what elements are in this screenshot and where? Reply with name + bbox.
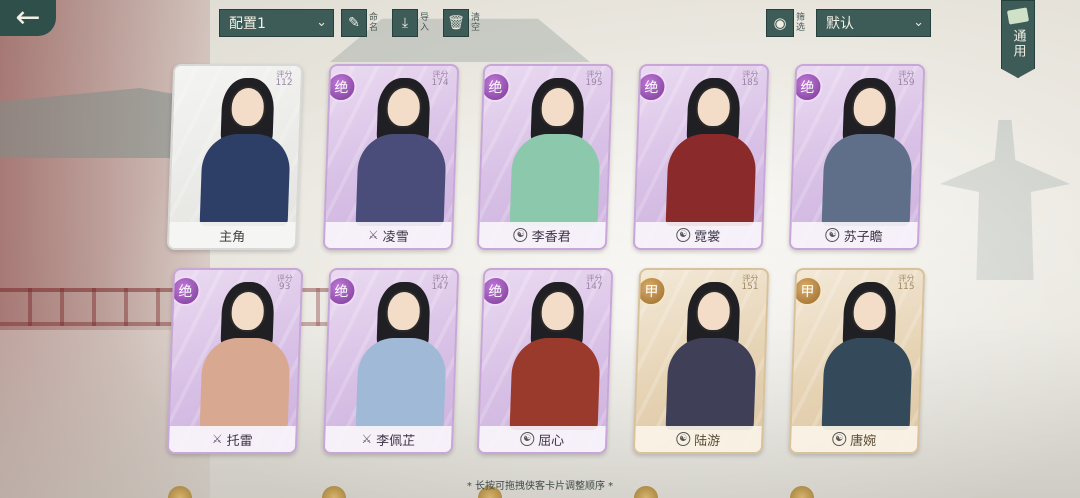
hero-rating: 评分 93 (276, 274, 293, 292)
hero-namebar: ☯ 李香君 (478, 222, 606, 248)
hero-namebar: ⚔ 李佩芷 (324, 426, 452, 452)
hero-portrait (656, 76, 761, 226)
school-icon: ☯ (825, 228, 841, 242)
school-icon: ☯ (832, 432, 847, 446)
hero-name: 屈心 (537, 433, 565, 449)
filter-label: 筛选 (796, 13, 806, 33)
rating-value: 93 (278, 282, 291, 292)
brush-icon: ✎ (341, 9, 367, 37)
hero-card[interactable]: 评分 174 绝 ⚔ 凌雪 (322, 64, 460, 250)
filter-button[interactable]: ◉ 筛选 (766, 9, 810, 37)
general-tab-label: 通用 (1010, 29, 1026, 59)
hero-rating: 评分 115 (897, 274, 915, 292)
hero-rating: 评分 159 (897, 70, 915, 88)
rename-button[interactable]: ✎ 命名 (341, 9, 383, 37)
hero-card[interactable]: 评分 112 主角 (166, 64, 304, 250)
hero-portrait (190, 76, 295, 226)
school-icon: ☯ (520, 432, 535, 446)
hero-name: 苏子瞻 (843, 229, 883, 245)
hero-portrait (190, 280, 295, 430)
sort-select[interactable]: 默认 ⌄ (816, 9, 931, 37)
hero-card[interactable]: 评分 159 绝 ☯ 苏子瞻 (788, 64, 926, 250)
hero-name: 李香君 (531, 229, 571, 245)
school-icon: ☯ (513, 228, 529, 242)
hero-rating: 评分 151 (741, 274, 759, 292)
back-button[interactable]: ← (0, 0, 56, 36)
rating-value: 112 (275, 78, 293, 88)
hero-portrait (500, 280, 605, 430)
delete-label: 清空 (471, 13, 481, 33)
school-icon: ☯ (676, 228, 691, 242)
hero-name: 陆游 (693, 433, 721, 449)
hero-namebar: ⚔ 凌雪 (324, 222, 452, 248)
hero-name: 霓裳 (693, 229, 721, 245)
general-tab[interactable]: 通用 (1001, 0, 1035, 78)
eye-icon: ◉ (766, 9, 794, 37)
chevron-down-icon: ⌄ (913, 15, 924, 30)
hero-namebar: ☯ 苏子瞻 (790, 222, 918, 248)
hero-card[interactable]: 评分 147 绝 ☯ 屈心 (476, 268, 614, 454)
hero-rating: 评分 174 (431, 70, 449, 88)
hero-card[interactable]: 评分 147 绝 ⚔ 李佩芷 (322, 268, 460, 454)
rating-value: 151 (741, 282, 759, 292)
school-icon: ☯ (676, 432, 691, 446)
hero-card[interactable]: 评分 195 绝 ☯ 李香君 (476, 64, 614, 250)
trash-icon: 🗑 (443, 9, 469, 37)
hero-card[interactable]: 评分 93 绝 ⚔ 托雷 (166, 268, 304, 454)
rating-value: 195 (585, 78, 603, 88)
sword-icon: ⚔ (211, 432, 223, 446)
hero-name: 李佩芷 (375, 433, 416, 449)
rating-value: 147 (431, 282, 449, 292)
import-button[interactable]: ⤓ 导入 (392, 9, 434, 37)
hero-rating: 评分 195 (585, 70, 603, 88)
hero-card[interactable]: 评分 115 甲 ☯ 唐婉 (788, 268, 926, 454)
sword-icon: ⚔ (367, 228, 379, 242)
drag-hint: * 长按可拖拽侠客卡片调整顺序 * (466, 481, 614, 492)
hero-namebar: ☯ 陆游 (634, 426, 762, 452)
hero-name: 托雷 (226, 433, 253, 449)
sort-select-value: 默认 (826, 16, 854, 32)
hero-portrait (656, 280, 761, 430)
hero-rating: 评分 147 (585, 274, 603, 292)
sword-icon: ⚔ (361, 432, 373, 446)
back-arrow-icon: ← (15, 0, 41, 35)
import-label: 导入 (420, 13, 430, 33)
hero-namebar: ⚔ 托雷 (168, 426, 296, 452)
rename-label: 命名 (369, 13, 379, 33)
hero-rating: 评分 112 (275, 70, 293, 88)
hero-card[interactable]: 评分 151 甲 ☯ 陆游 (632, 268, 770, 454)
hero-rating: 评分 185 (741, 70, 759, 88)
config-select[interactable]: 配置1 ⌄ (219, 9, 334, 37)
hero-portrait (812, 280, 917, 430)
hero-name: 凌雪 (382, 229, 409, 245)
hero-name: 主角 (218, 229, 246, 245)
hero-rating: 评分 147 (431, 274, 449, 292)
rating-value: 159 (897, 78, 915, 88)
rating-value: 174 (431, 78, 449, 88)
hero-card[interactable]: 评分 185 绝 ☯ 霓裳 (632, 64, 770, 250)
scroll-icon (1006, 7, 1030, 25)
config-select-value: 配置1 (229, 16, 266, 32)
chevron-down-icon: ⌄ (316, 15, 327, 30)
rating-value: 185 (741, 78, 759, 88)
hero-namebar: ☯ 霓裳 (634, 222, 762, 248)
hero-namebar: ☯ 唐婉 (790, 426, 918, 452)
hero-portrait (812, 76, 917, 226)
hero-portrait (346, 280, 451, 430)
delete-button[interactable]: 🗑 清空 (443, 9, 485, 37)
hero-portrait (500, 76, 605, 226)
hero-namebar: ☯ 屈心 (478, 426, 606, 452)
rating-value: 115 (897, 282, 915, 292)
hero-name: 唐婉 (849, 433, 877, 449)
download-icon: ⤓ (392, 9, 418, 37)
hero-namebar: 主角 (168, 222, 296, 248)
hero-portrait (346, 76, 451, 226)
rating-value: 147 (585, 282, 603, 292)
